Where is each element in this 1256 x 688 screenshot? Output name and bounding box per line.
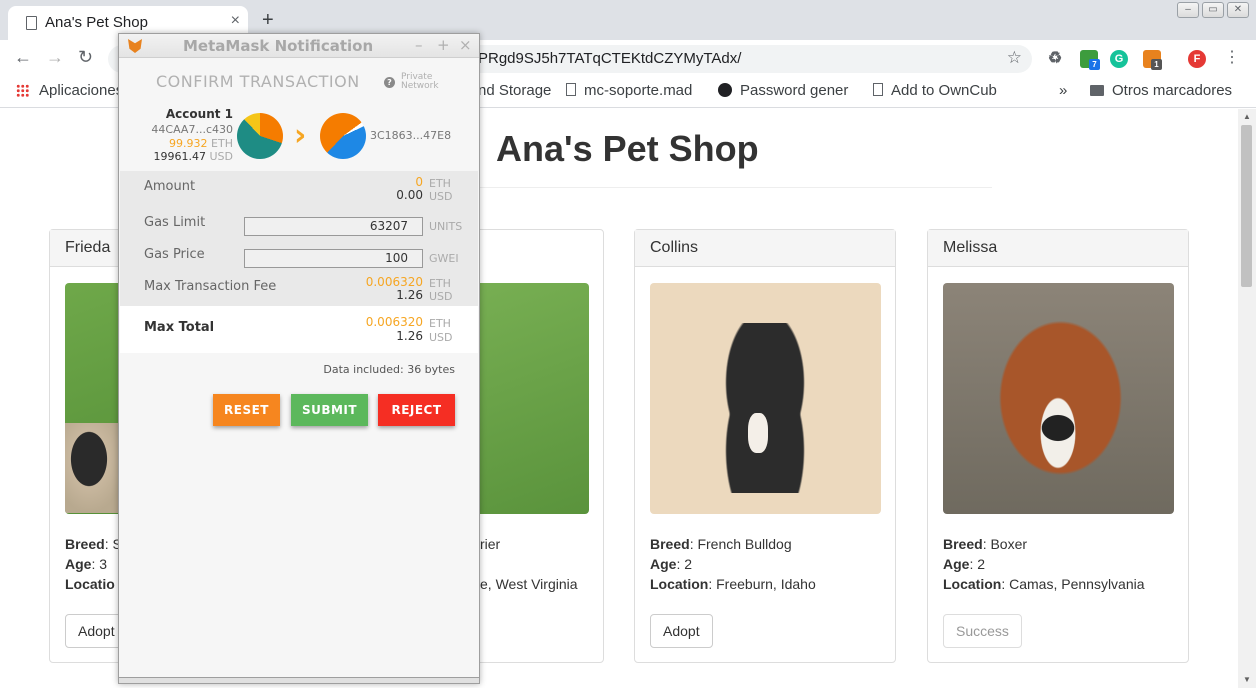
recycle-extension-icon[interactable]: ♻	[1046, 50, 1064, 68]
amount-eth-unit: ETH	[429, 177, 451, 190]
amount-usd-unit: USD	[429, 190, 453, 203]
page-title: Ana's Pet Shop	[496, 128, 759, 169]
submit-button[interactable]: SUBMIT	[291, 394, 368, 426]
max-total-usd-unit: USD	[429, 331, 453, 344]
success-button[interactable]: Success	[943, 614, 1022, 648]
maximize-icon[interactable]: +	[437, 36, 450, 54]
browser-menu-icon[interactable]: ⋮	[1224, 47, 1240, 67]
reject-button[interactable]: REJECT	[378, 394, 455, 426]
page-icon	[26, 16, 37, 30]
metamask-fox-icon	[128, 39, 142, 53]
recipient-address: 3C1863...47E8	[370, 129, 452, 142]
pet-photo	[943, 283, 1174, 514]
tab-title: Ana's Pet Shop	[45, 14, 148, 31]
account-identicon	[237, 113, 283, 159]
pet-card: Collins Breed: French Bulldog Age: 2 Loc…	[634, 229, 896, 663]
metamask-window-bottom-edge	[119, 677, 479, 683]
close-window-icon[interactable]: ✕	[1227, 2, 1249, 18]
gas-limit-unit: UNITS	[429, 220, 463, 233]
account-address: 44CAA7...c430	[151, 123, 233, 136]
adopt-button[interactable]: Adopt	[650, 614, 713, 648]
close-icon[interactable]: ×	[459, 36, 472, 54]
forward-icon[interactable]: →	[46, 47, 64, 68]
gas-price-label: Gas Price	[144, 247, 205, 262]
confirm-transaction-heading: CONFIRM TRANSACTION	[156, 72, 360, 91]
account-eth-balance: 99.932 ETH	[169, 137, 233, 150]
pet-info: Breed: French Bulldog Age: 2 Location: F…	[650, 536, 816, 592]
reset-button[interactable]: RESET	[213, 394, 280, 426]
minimize-icon[interactable]: –	[415, 36, 423, 54]
scrollbar-thumb[interactable]	[1241, 125, 1252, 287]
page-icon	[566, 83, 576, 96]
minimize-window-icon[interactable]: –	[1177, 2, 1199, 18]
pet-name: Collins	[635, 230, 895, 267]
max-total-usd-value: 1.26	[396, 329, 423, 343]
data-included-note: Data included: 36 bytes	[323, 363, 455, 376]
scroll-up-icon[interactable]: ▲	[1243, 112, 1251, 121]
back-icon[interactable]: ←	[14, 47, 32, 68]
arrow-right-icon: ›	[294, 118, 307, 153]
pet-info: Breed: Boxer Age: 2 Location: Camas, Pen…	[943, 536, 1145, 592]
pet-info: Breed: S Age: 3 Locatio	[65, 536, 122, 592]
help-icon[interactable]: ?	[384, 77, 395, 88]
metamask-window-title: MetaMask Notification	[183, 37, 374, 55]
max-fee-eth-unit: ETH	[429, 277, 451, 290]
bookmark-storage[interactable]: nd Storage	[478, 82, 551, 99]
pet-card: Melissa Breed: Boxer Age: 2 Location: Ca…	[927, 229, 1189, 663]
maximize-window-icon[interactable]: ▭	[1202, 2, 1224, 18]
bookmark-other-folder[interactable]: Otros marcadores	[1090, 82, 1232, 99]
bookmark-owncub[interactable]: Add to OwnCub	[873, 82, 1009, 99]
metamask-titlebar: MetaMask Notification – + ×	[119, 34, 479, 58]
gas-price-unit: GWEI	[429, 252, 459, 265]
page-scrollbar[interactable]: ▲ ▼	[1238, 109, 1256, 688]
gas-price-input[interactable]: 100	[244, 249, 423, 268]
bookmark-password-generator[interactable]: Password gener	[718, 82, 854, 99]
gas-limit-input[interactable]: 63207	[244, 217, 423, 236]
reload-icon[interactable]: ↻	[78, 47, 93, 68]
bookmark-star-icon[interactable]: ☆	[1007, 48, 1022, 68]
max-total-eth-unit: ETH	[429, 317, 451, 330]
pet-info: rier e, West Virginia	[480, 536, 578, 592]
more-bookmarks-icon[interactable]: »	[1059, 82, 1067, 99]
max-total-eth-value: 0.006320	[365, 315, 423, 329]
bookmark-apps[interactable]: Aplicaciones	[39, 82, 123, 99]
metamask-notification-window: MetaMask Notification – + × CONFIRM TRAN…	[118, 33, 480, 684]
new-tab-icon[interactable]: +	[262, 9, 274, 32]
amount-label: Amount	[144, 179, 196, 194]
account-usd-balance: 19961.47 USD	[153, 150, 233, 163]
folder-icon	[1090, 85, 1104, 96]
url-text: PRgd9SJ5h7TATqCTEKtdCZYMyTAdx/	[478, 50, 742, 67]
recipient-identicon	[320, 113, 366, 159]
download-extension-icon[interactable]: 7	[1080, 50, 1100, 70]
max-fee-label: Max Transaction Fee	[144, 279, 277, 294]
pet-photo	[650, 283, 881, 514]
page-icon	[873, 83, 883, 96]
amount-usd-value: 0.00	[396, 188, 423, 202]
tab-close-icon[interactable]: ×	[231, 12, 240, 30]
bookmark-mc-soporte[interactable]: mc-soporte.mad	[566, 82, 692, 99]
account-name: Account 1	[165, 107, 233, 121]
metamask-extension-icon[interactable]: 1	[1143, 50, 1162, 70]
pet-name: Melissa	[928, 230, 1188, 267]
max-total-label: Max Total	[144, 320, 215, 335]
apps-grid-icon[interactable]	[16, 84, 29, 97]
max-fee-usd-value: 1.26	[396, 288, 423, 302]
grammarly-extension-icon[interactable]: G	[1110, 50, 1128, 68]
gas-limit-label: Gas Limit	[144, 215, 206, 230]
max-fee-usd-unit: USD	[429, 290, 453, 303]
scroll-down-icon[interactable]: ▼	[1243, 675, 1251, 684]
network-indicator: Private Network	[401, 72, 439, 91]
profile-avatar[interactable]: F	[1188, 50, 1206, 68]
password-generator-icon	[718, 83, 732, 97]
